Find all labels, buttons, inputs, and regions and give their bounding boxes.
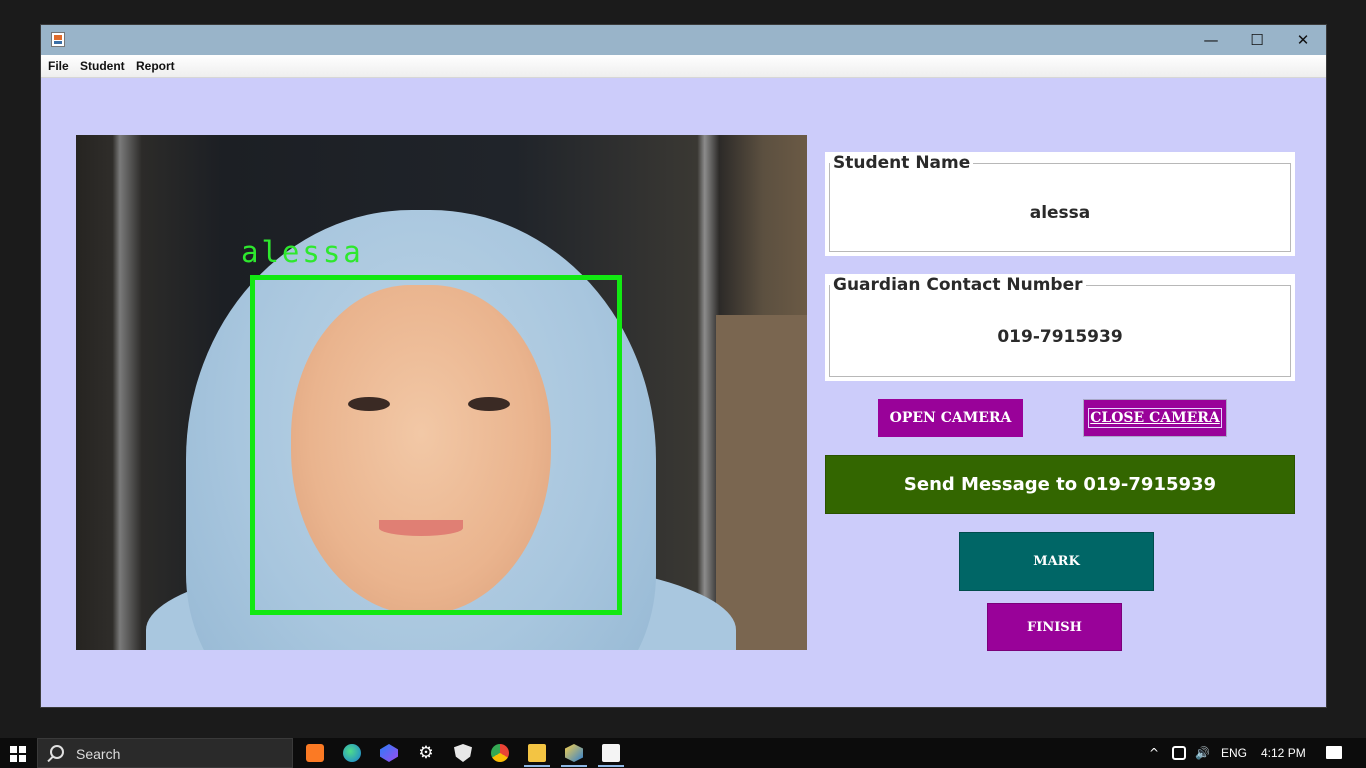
notifications-icon[interactable] bbox=[1326, 746, 1342, 759]
xampp-icon[interactable] bbox=[306, 744, 324, 762]
volume-icon[interactable]: 🔊 bbox=[1195, 746, 1210, 760]
edge-icon[interactable] bbox=[343, 744, 361, 762]
maximize-button[interactable]: ☐ bbox=[1234, 25, 1280, 55]
file-explorer-active-indicator bbox=[524, 765, 550, 767]
student-name-panel: Student Name alessa bbox=[825, 152, 1295, 256]
title-bar[interactable]: — ☐ ✕ bbox=[41, 25, 1326, 55]
netbeans-active-indicator bbox=[561, 765, 587, 767]
open-camera-button[interactable]: OPEN CAMERA bbox=[878, 399, 1023, 437]
java-active-indicator bbox=[598, 765, 624, 767]
close-camera-label: CLOSE CAMERA bbox=[1088, 408, 1222, 428]
taskbar: Search ⚙ ^ 🔊 ENG 4:12 PM bbox=[0, 738, 1366, 768]
netbeans-icon[interactable] bbox=[565, 744, 583, 762]
guardian-contact-title: Guardian Contact Number bbox=[830, 275, 1086, 295]
tray-chevron-up-icon[interactable]: ^ bbox=[1149, 746, 1159, 760]
taskbar-search-box[interactable]: Search bbox=[37, 738, 293, 768]
java-icon[interactable] bbox=[602, 744, 620, 762]
send-message-button[interactable]: Send Message to 019-7915939 bbox=[825, 455, 1295, 514]
settings-icon[interactable]: ⚙ bbox=[417, 744, 435, 762]
close-camera-button[interactable]: CLOSE CAMERA bbox=[1083, 399, 1227, 437]
tray-camera-icon[interactable] bbox=[1172, 746, 1186, 760]
guardian-contact-value: 019-7915939 bbox=[997, 327, 1123, 347]
language-indicator[interactable]: ENG bbox=[1221, 746, 1247, 760]
minimize-button[interactable]: — bbox=[1188, 25, 1234, 55]
close-window-button[interactable]: ✕ bbox=[1280, 25, 1326, 55]
guardian-contact-panel: Guardian Contact Number 019-7915939 bbox=[825, 274, 1295, 381]
file-explorer-icon[interactable] bbox=[528, 744, 546, 762]
menu-student[interactable]: Student bbox=[80, 59, 125, 73]
security-icon[interactable] bbox=[454, 744, 472, 762]
search-placeholder: Search bbox=[76, 746, 121, 762]
finish-button[interactable]: FINISH bbox=[987, 603, 1122, 651]
face-detection-box bbox=[250, 275, 622, 615]
copilot-icon[interactable] bbox=[380, 744, 398, 762]
search-icon bbox=[50, 745, 64, 759]
clock[interactable]: 4:12 PM bbox=[1261, 746, 1306, 760]
student-name-value: alessa bbox=[1029, 203, 1091, 223]
windows-start-icon[interactable] bbox=[10, 746, 26, 762]
chrome-icon[interactable] bbox=[491, 744, 509, 762]
menu-report[interactable]: Report bbox=[136, 59, 175, 73]
app-window: — ☐ ✕ File Student Report alessa Student… bbox=[41, 25, 1326, 707]
java-app-icon bbox=[51, 32, 65, 47]
camera-background bbox=[716, 315, 807, 650]
menu-bar: File Student Report bbox=[41, 55, 1326, 78]
camera-feed: alessa bbox=[76, 135, 807, 650]
face-recognition-label: alessa bbox=[241, 235, 364, 269]
menu-file[interactable]: File bbox=[48, 59, 69, 73]
mark-button[interactable]: MARK bbox=[959, 532, 1154, 591]
student-name-title: Student Name bbox=[830, 153, 974, 173]
